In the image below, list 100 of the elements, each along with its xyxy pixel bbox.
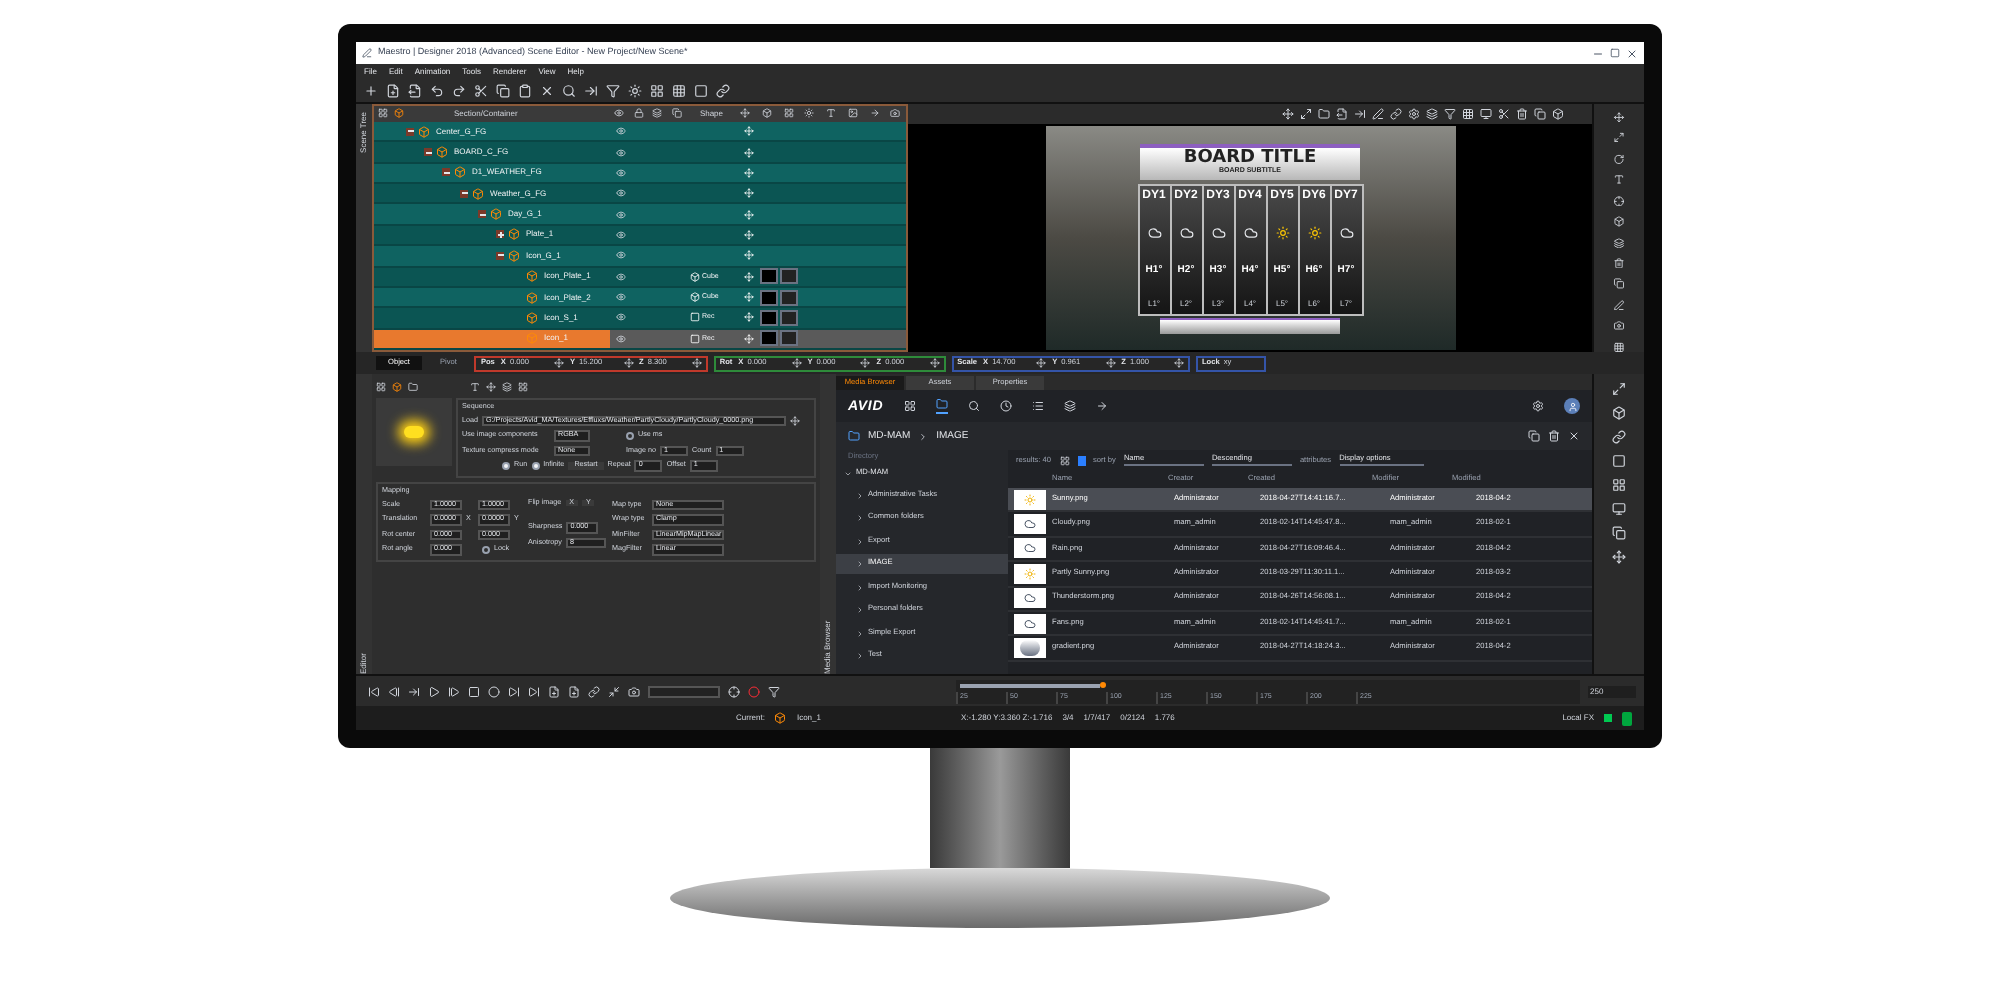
move-icon[interactable] xyxy=(743,167,754,178)
arrow-icon[interactable] xyxy=(1095,400,1108,412)
column-icon[interactable] xyxy=(847,108,858,119)
tool-icon[interactable] xyxy=(1612,550,1626,564)
container-icon[interactable] xyxy=(392,381,402,391)
light-icon[interactable] xyxy=(628,84,642,98)
toolbar-icon[interactable] xyxy=(496,84,510,98)
checkbox[interactable] xyxy=(502,462,510,471)
tool-icon[interactable] xyxy=(1612,153,1626,165)
tool-icon[interactable] xyxy=(1612,406,1626,420)
add-icon[interactable] xyxy=(364,84,378,98)
toolbar-icon[interactable] xyxy=(1480,108,1492,120)
tool-icon[interactable] xyxy=(1612,454,1626,468)
container-icon[interactable] xyxy=(526,270,538,283)
tool-icon[interactable] xyxy=(1612,341,1626,353)
toolbar-icon[interactable] xyxy=(1408,108,1420,120)
shape-icon[interactable] xyxy=(690,292,700,303)
collapse-toggle[interactable] xyxy=(496,251,504,260)
maximize-icon[interactable] xyxy=(1610,48,1620,58)
grid-icon[interactable] xyxy=(903,400,916,412)
checkbox[interactable] xyxy=(626,431,634,440)
tool-icon[interactable] xyxy=(1612,526,1626,540)
target-icon[interactable] xyxy=(728,685,740,697)
toolbar-icon[interactable] xyxy=(1282,108,1294,120)
tool-icon[interactable] xyxy=(1612,299,1626,311)
toolbar-icon[interactable] xyxy=(1336,108,1348,120)
visibility-icon[interactable] xyxy=(615,250,625,261)
list-view-toggle[interactable] xyxy=(1077,456,1086,466)
grid-icon[interactable] xyxy=(376,381,386,391)
column-icon[interactable] xyxy=(783,108,794,119)
text-icon[interactable] xyxy=(470,381,480,391)
container-icon[interactable] xyxy=(418,125,430,138)
tool-icon[interactable] xyxy=(1612,278,1626,290)
tool-icon[interactable] xyxy=(1612,430,1626,444)
transport-icon[interactable] xyxy=(628,685,640,697)
toolbar-icon[interactable] xyxy=(1462,108,1474,120)
reset-icon[interactable] xyxy=(623,358,633,368)
container-icon[interactable] xyxy=(508,228,520,241)
toolbar-icon[interactable] xyxy=(1516,108,1528,120)
trash-icon[interactable] xyxy=(1548,430,1560,442)
reset-icon[interactable] xyxy=(691,358,702,368)
visibility-icon[interactable] xyxy=(615,333,625,344)
grid-icon[interactable] xyxy=(672,84,686,98)
search-icon[interactable] xyxy=(967,400,980,412)
transport-icon[interactable] xyxy=(388,685,400,697)
move-icon[interactable] xyxy=(743,229,754,240)
toolbar-icon[interactable] xyxy=(540,84,554,98)
collapse-toggle[interactable] xyxy=(460,189,468,198)
tool-icon[interactable] xyxy=(1612,382,1626,396)
move-icon[interactable] xyxy=(743,126,754,137)
reset-icon[interactable] xyxy=(860,358,871,368)
new-file-icon[interactable] xyxy=(386,84,400,98)
move-icon[interactable] xyxy=(743,188,754,199)
visibility-icon[interactable] xyxy=(615,312,625,323)
container-icon[interactable] xyxy=(454,166,466,179)
toolbar-icon[interactable] xyxy=(518,84,532,98)
tool-icon[interactable] xyxy=(1612,502,1626,516)
tool-icon[interactable] xyxy=(1612,257,1626,269)
link-icon[interactable] xyxy=(716,84,730,98)
close-icon[interactable] xyxy=(1626,47,1638,59)
reset-icon[interactable] xyxy=(1036,358,1047,368)
tool-icon[interactable] xyxy=(1612,320,1626,332)
column-icon[interactable] xyxy=(869,108,879,119)
move-icon[interactable] xyxy=(743,312,754,323)
visibility-icon[interactable] xyxy=(615,188,625,199)
toolbar-icon[interactable] xyxy=(1498,108,1510,120)
column-icon[interactable] xyxy=(652,108,663,119)
settings-icon[interactable] xyxy=(1532,400,1544,412)
avatar[interactable] xyxy=(1564,398,1580,414)
collapse-toggle[interactable] xyxy=(478,210,486,219)
transport-icon[interactable] xyxy=(588,685,600,697)
layout-icon[interactable] xyxy=(650,84,664,98)
transport-icon[interactable] xyxy=(368,685,380,697)
collapse-toggle[interactable] xyxy=(406,127,414,136)
reset-icon[interactable] xyxy=(791,358,802,368)
visibility-icon[interactable] xyxy=(615,147,625,158)
container-icon[interactable] xyxy=(526,311,538,324)
transport-icon[interactable] xyxy=(428,685,440,697)
shape-icon[interactable] xyxy=(690,271,700,282)
filter-icon[interactable] xyxy=(768,685,780,697)
transport-icon[interactable] xyxy=(448,685,460,697)
transport-icon[interactable] xyxy=(608,685,620,697)
tool-icon[interactable] xyxy=(1612,195,1626,207)
folder-icon[interactable] xyxy=(848,430,860,442)
reset-icon[interactable] xyxy=(1105,358,1116,368)
toolbar-icon[interactable] xyxy=(1318,108,1330,120)
checkbox[interactable] xyxy=(531,462,540,471)
transport-icon[interactable] xyxy=(568,685,580,697)
tool-icon[interactable] xyxy=(1612,132,1626,144)
move-icon[interactable] xyxy=(743,147,754,158)
copy-icon[interactable] xyxy=(1528,430,1540,442)
toolbar-icon[interactable] xyxy=(1444,108,1456,120)
move-icon[interactable] xyxy=(743,292,754,303)
column-icon[interactable] xyxy=(762,108,773,119)
collapse-toggle[interactable] xyxy=(424,148,432,157)
container-icon[interactable] xyxy=(472,187,484,200)
transport-icon[interactable] xyxy=(528,685,540,697)
container-icon[interactable] xyxy=(490,208,502,221)
toolbar-icon[interactable] xyxy=(584,84,598,98)
move-icon[interactable] xyxy=(743,209,754,220)
